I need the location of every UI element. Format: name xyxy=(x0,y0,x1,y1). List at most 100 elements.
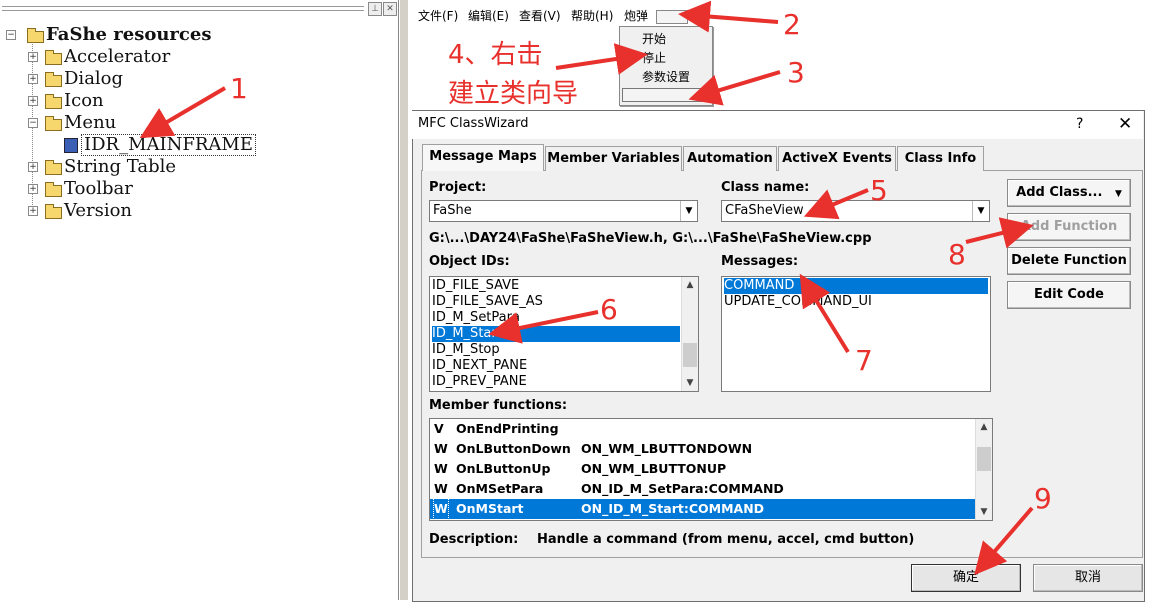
menu-file[interactable]: 文件(F) xyxy=(418,6,458,26)
tree-item-label: Dialog xyxy=(64,68,124,89)
scroll-down-icon[interactable]: ▼ xyxy=(682,375,698,391)
tree-item-label: Icon xyxy=(64,90,104,111)
scroll-thumb[interactable] xyxy=(683,343,697,367)
folder-icon xyxy=(45,204,62,219)
step-number-2: 2 xyxy=(783,8,801,41)
list-item[interactable]: ID_FILE_SAVE_AS xyxy=(432,294,680,310)
scrollbar[interactable]: ▲ ▼ xyxy=(975,419,992,520)
member-function-mark: W xyxy=(434,461,448,476)
member-function-handler: ON_ID_M_Start:COMMAND xyxy=(581,501,765,516)
list-item[interactable]: ID_M_Start xyxy=(432,326,680,342)
menu-item-settings[interactable]: 参数设置 xyxy=(642,68,690,86)
collapse-icon[interactable]: − xyxy=(28,118,38,128)
expand-icon[interactable]: + xyxy=(28,74,38,84)
add-class-button[interactable]: Add Class... ▼ xyxy=(1007,179,1131,207)
list-item[interactable]: COMMAND xyxy=(724,278,988,294)
close-pane-button[interactable]: ✕ xyxy=(383,2,397,16)
edit-code-button[interactable]: Edit Code xyxy=(1007,281,1131,309)
menu-edit[interactable]: 编辑(E) xyxy=(468,6,509,26)
member-function-name: OnEndPrinting xyxy=(456,421,559,436)
menu-view[interactable]: 查看(V) xyxy=(519,6,561,26)
menu-item-start[interactable]: 开始 xyxy=(642,30,666,48)
minimize-pane-button[interactable]: ⊥ xyxy=(368,2,382,16)
expand-icon[interactable]: + xyxy=(28,206,38,216)
table-row[interactable]: W OnLButtonUp ON_WM_LBUTTONUP xyxy=(430,459,976,479)
table-row[interactable]: W OnMStart ON_ID_M_Start:COMMAND xyxy=(430,498,976,520)
annotation-step4-line1: 4、右击 xyxy=(448,40,543,70)
description-value: Handle a command (from menu, accel, cmd … xyxy=(537,532,915,547)
step-number-1: 1 xyxy=(230,72,248,105)
expand-icon[interactable]: + xyxy=(28,184,38,194)
step-number-5: 5 xyxy=(870,174,888,207)
project-combo[interactable]: FaShe ▼ xyxy=(429,200,698,222)
list-item[interactable]: ID_PREV_PANE xyxy=(432,374,680,390)
chevron-down-icon[interactable]: ▼ xyxy=(680,201,697,221)
table-row[interactable]: W OnLButtonDown ON_WM_LBUTTONDOWN xyxy=(430,439,976,459)
member-function-handler: ON_WM_LBUTTONDOWN xyxy=(581,441,753,456)
list-item[interactable]: UPDATE_COMMAND_UI xyxy=(724,294,988,310)
step-number-3: 3 xyxy=(787,56,805,89)
menu-help[interactable]: 帮助(H) xyxy=(571,6,613,26)
member-function-name: OnLButtonUp xyxy=(456,461,551,476)
list-item[interactable]: ID_FILE_SAVE xyxy=(432,278,680,294)
scroll-thumb[interactable] xyxy=(977,447,991,471)
tab-member-variables[interactable]: Member Variables xyxy=(545,146,682,171)
ok-button[interactable]: 确定 xyxy=(911,564,1021,592)
project-label: Project: xyxy=(429,180,487,195)
scroll-up-icon[interactable]: ▲ xyxy=(976,419,992,435)
annotation-step4-line2: 建立类向导 xyxy=(448,79,579,109)
tree-item-label: Menu xyxy=(64,112,117,133)
help-button[interactable]: ? xyxy=(1076,116,1083,132)
expand-icon[interactable]: + xyxy=(28,162,38,172)
expand-icon[interactable]: + xyxy=(28,52,38,62)
menu-new-item-placeholder[interactable] xyxy=(656,10,688,24)
member-function-name: OnLButtonDown xyxy=(456,441,571,456)
tab-activex-events[interactable]: ActiveX Events xyxy=(778,146,896,171)
member-function-name: OnMStart xyxy=(456,501,524,516)
delete-function-button[interactable]: Delete Function xyxy=(1007,247,1131,275)
chevron-down-icon[interactable]: ▼ xyxy=(972,201,989,221)
folder-icon xyxy=(45,72,62,87)
add-function-button[interactable]: Add Function xyxy=(1007,213,1131,241)
folder-icon xyxy=(45,160,62,175)
tab-class-info[interactable]: Class Info xyxy=(897,146,984,171)
member-function-handler: ON_WM_LBUTTONUP xyxy=(581,461,727,476)
resource-view-pane xyxy=(0,0,399,600)
description-label: Description: xyxy=(429,532,519,547)
list-item[interactable]: ID_NEXT_PANE xyxy=(432,358,680,374)
member-function-mark: W xyxy=(434,481,448,496)
classname-combo[interactable]: CFaSheView ▼ xyxy=(721,200,990,222)
folder-icon xyxy=(45,94,62,109)
expand-icon[interactable]: + xyxy=(28,96,38,106)
step-number-7: 7 xyxy=(855,344,873,377)
folder-icon xyxy=(45,50,62,65)
step-number-8: 8 xyxy=(948,238,966,271)
list-item[interactable]: ID_M_Stop xyxy=(432,342,680,358)
scrollbar[interactable]: ▲ ▼ xyxy=(681,277,698,391)
collapse-icon[interactable]: − xyxy=(6,30,16,40)
close-icon[interactable]: ✕ xyxy=(1118,114,1132,134)
menu-resource-icon xyxy=(64,138,78,153)
table-row[interactable]: W OnMSetPara ON_ID_M_SetPara:COMMAND xyxy=(430,479,976,499)
folder-icon xyxy=(45,116,62,131)
tab-message-maps[interactable]: Message Maps xyxy=(422,144,544,171)
list-item[interactable]: ID_M_SetPara xyxy=(432,310,680,326)
cancel-button[interactable]: 取消 xyxy=(1033,564,1143,592)
scroll-down-icon[interactable]: ▼ xyxy=(976,504,992,520)
member-function-mark: V xyxy=(434,421,444,436)
menu-item-stop[interactable]: 停止 xyxy=(642,49,666,67)
member-function-name: OnMSetPara xyxy=(456,481,544,496)
object-ids-list[interactable]: ID_FILE_SAVE ID_FILE_SAVE_AS ID_M_SetPara I… xyxy=(429,276,699,392)
member-functions-list[interactable]: V OnEndPrinting W OnLButtonDown ON_WM_LBUTTO… xyxy=(429,418,993,521)
menu-shell[interactable]: 炮弹 xyxy=(624,6,648,26)
member-function-mark: W xyxy=(434,441,448,456)
dropdown-new-item-placeholder[interactable] xyxy=(622,88,710,102)
messages-label: Messages: xyxy=(721,254,799,269)
tree-item-label: Toolbar xyxy=(64,178,133,199)
tree-item-label: IDR_MAINFRAME xyxy=(81,134,256,156)
object-ids-label: Object IDs: xyxy=(429,254,510,269)
scroll-up-icon[interactable]: ▲ xyxy=(682,277,698,293)
tab-automation[interactable]: Automation xyxy=(683,146,777,171)
table-row[interactable]: V OnEndPrinting xyxy=(430,419,976,439)
tree-item-label: Version xyxy=(64,200,133,221)
